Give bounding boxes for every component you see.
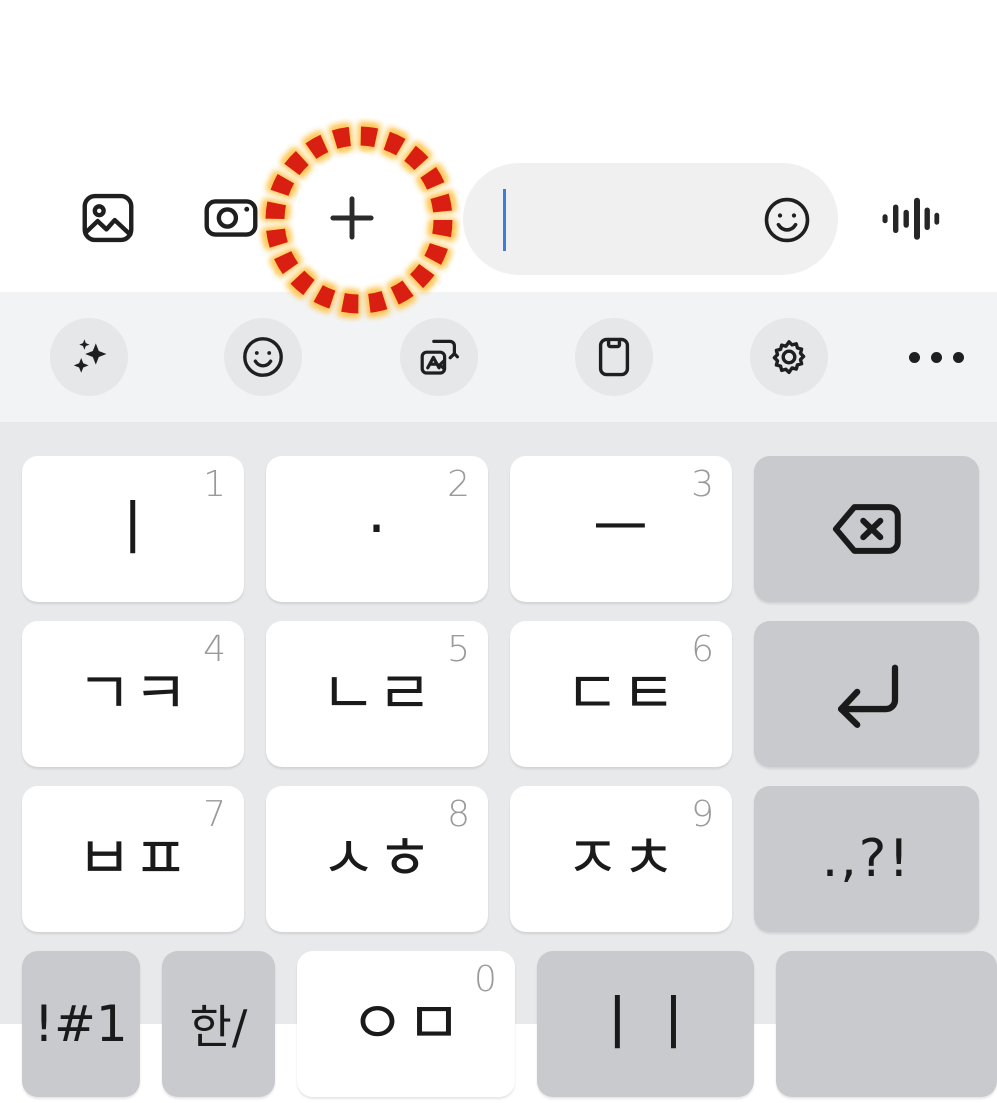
key-glyph: ㄷㅌ [564,659,678,729]
message-input-field[interactable] [463,163,838,275]
key-glyph: ㅇㅁ [349,989,463,1059]
key-nieun-rieul[interactable]: 5 ㄴㄹ [266,621,488,767]
keyboard-row: 4 ㄱㅋ 5 ㄴㄹ 6 ㄷㅌ [0,621,997,773]
more-options-button[interactable] [897,318,975,396]
key-glyph: ㄴㄹ [320,659,434,729]
key-symbols[interactable]: !#1 [22,951,140,1097]
emoji-button[interactable] [758,191,816,249]
key-number-label: 6 [691,629,714,670]
gallery-icon [77,187,139,249]
key-number-label: 9 [691,794,714,835]
translate-icon [415,333,463,381]
keyboard-row: !#1 한/ 0 ㅇㅁ ㅣㅣ [0,951,997,1103]
backspace-icon [826,488,908,570]
key-bieup-pieup[interactable]: 7 ㅂㅍ [22,786,244,932]
plus-icon [321,187,383,249]
key-glyph: ㅈㅊ [564,824,678,894]
key-digeut-tieut[interactable]: 6 ㄷㅌ [510,621,732,767]
key-arae-a[interactable]: 2 · [266,456,488,602]
key-enter[interactable] [754,621,979,767]
key-i[interactable]: 1 ㅣ [22,456,244,602]
camera-button[interactable] [195,182,267,254]
key-glyph: !#1 [33,995,128,1053]
voice-input-button[interactable] [875,182,947,254]
korean-cheonjiin-keyboard: 1 ㅣ 2 · 3 ㅡ 4 ㄱㅋ 5 ㄴㄹ 6 ㄷㅌ 7 ㅂㅍ 8 ㅅㅎ 9 ㅈ… [0,422,997,1097]
key-number-label: 7 [203,794,226,835]
emoji-icon [239,333,287,381]
keyboard-row: 7 ㅂㅍ 8 ㅅㅎ 9 ㅈㅊ .,?! [0,786,997,938]
gallery-button[interactable] [72,182,144,254]
key-siot-hieut[interactable]: 8 ㅅㅎ [266,786,488,932]
key-double-stroke[interactable]: ㅣㅣ [536,951,755,1097]
phone-screen: 1 ㅣ 2 · 3 ㅡ 4 ㄱㅋ 5 ㄴㄹ 6 ㄷㅌ 7 ㅂㅍ 8 ㅅㅎ 9 ㅈ… [0,0,997,1097]
clipboard-button[interactable] [575,318,653,396]
key-glyph: ㅣ [104,494,162,564]
key-glyph: ㄱㅋ [76,659,190,729]
key-number-label: 5 [447,629,470,670]
voice-waveform-icon [878,185,944,251]
key-glyph: .,?! [821,829,912,889]
keyboard-row: 1 ㅣ 2 · 3 ㅡ [0,456,997,608]
key-glyph: ㅂㅍ [76,824,190,894]
key-glyph: ㅡ [592,494,650,564]
key-number-label: 0 [473,959,497,1000]
key-number-label: 1 [203,464,226,505]
keyboard-toolbar [0,292,997,422]
enter-icon [825,652,909,736]
key-eu[interactable]: 3 ㅡ [510,456,732,602]
key-number-label: 8 [447,794,470,835]
key-punctuation[interactable]: .,?! [754,786,979,932]
camera-icon [200,187,262,249]
key-glyph: ㅣㅣ [589,989,702,1059]
translate-button[interactable] [400,318,478,396]
ai-sparkles-button[interactable] [50,318,128,396]
key-glyph: 한/ [189,1000,248,1054]
key-number-label: 2 [447,464,470,505]
key-number-label: 3 [691,464,714,505]
add-attachment-button[interactable] [316,182,388,254]
key-glyph: · [366,494,388,564]
ai-sparkles-icon [65,333,113,381]
key-jieut-chieut[interactable]: 9 ㅈㅊ [510,786,732,932]
key-glyph: ㅅㅎ [320,824,434,894]
key-ieung-mieum[interactable]: 0 ㅇㅁ [297,951,515,1097]
gear-icon [765,333,813,381]
settings-button[interactable] [750,318,828,396]
key-giyeok-kieuk[interactable]: 4 ㄱㅋ [22,621,244,767]
key-number-label: 4 [203,629,226,670]
key-backspace[interactable] [754,456,979,602]
emoji-panel-button[interactable] [224,318,302,396]
message-composer [0,0,997,292]
more-icon [908,351,964,363]
key-blank[interactable] [776,951,997,1097]
composer-row [0,158,997,276]
text-caret [503,189,506,251]
emoji-smiley-icon [760,193,814,247]
key-language-toggle[interactable]: 한/ [161,951,276,1097]
clipboard-icon [590,333,638,381]
